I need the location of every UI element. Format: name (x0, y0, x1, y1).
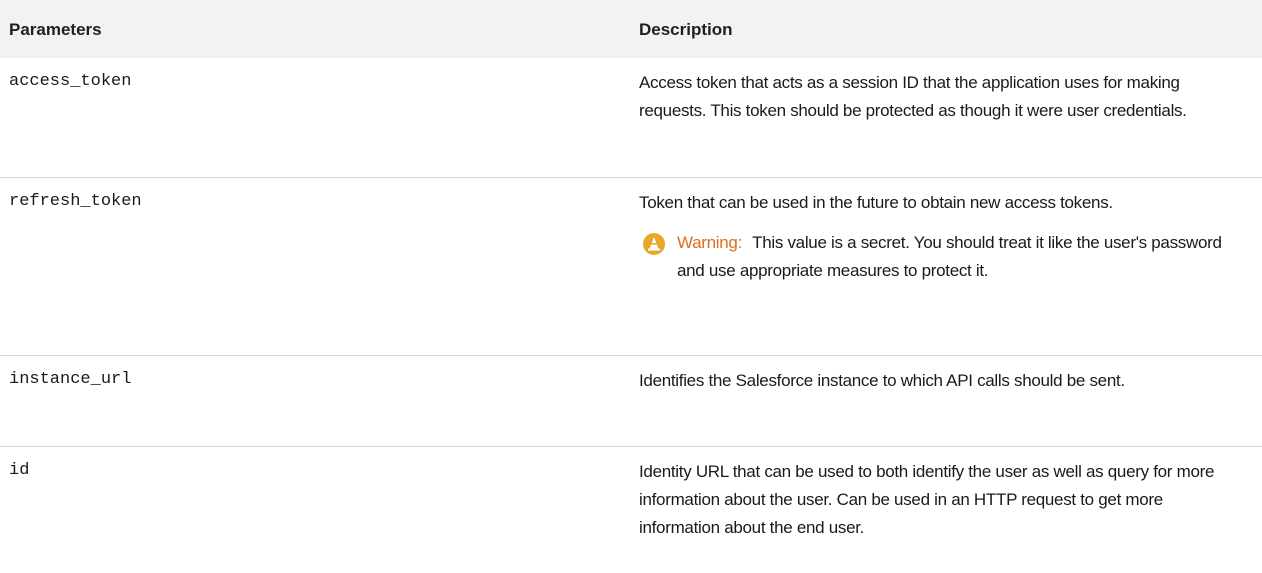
table-row: refresh_token Token that can be used in … (0, 178, 1262, 356)
table-row: instance_url Identifies the Salesforce i… (0, 356, 1262, 447)
param-name: access_token (9, 72, 132, 91)
header-description: Description (639, 20, 733, 39)
header-parameters: Parameters (9, 20, 102, 39)
warning-callout: Warning: This value is a secret. You sho… (639, 229, 1241, 285)
table-row: access_token Access token that acts as a… (0, 58, 1262, 178)
param-name: refresh_token (9, 192, 142, 211)
param-name: id (9, 461, 30, 480)
table-row: id Identity URL that can be used to both… (0, 447, 1262, 573)
param-description: Identity URL that can be used to both id… (639, 462, 1215, 537)
warning-label: Warning: (677, 233, 742, 252)
param-description: Access token that acts as a session ID t… (639, 73, 1187, 120)
param-description-block: Token that can be used in the future to … (639, 189, 1241, 285)
warning-cone-icon (643, 233, 665, 255)
param-name: instance_url (9, 370, 132, 389)
parameters-table: Parameters Description access_token Acce… (0, 0, 1262, 573)
param-description: Identifies the Salesforce instance to wh… (639, 371, 1125, 390)
warning-text: This value is a secret. You should treat… (677, 233, 1222, 280)
param-description: Token that can be used in the future to … (639, 193, 1113, 212)
table-header: Parameters Description (0, 0, 1262, 58)
